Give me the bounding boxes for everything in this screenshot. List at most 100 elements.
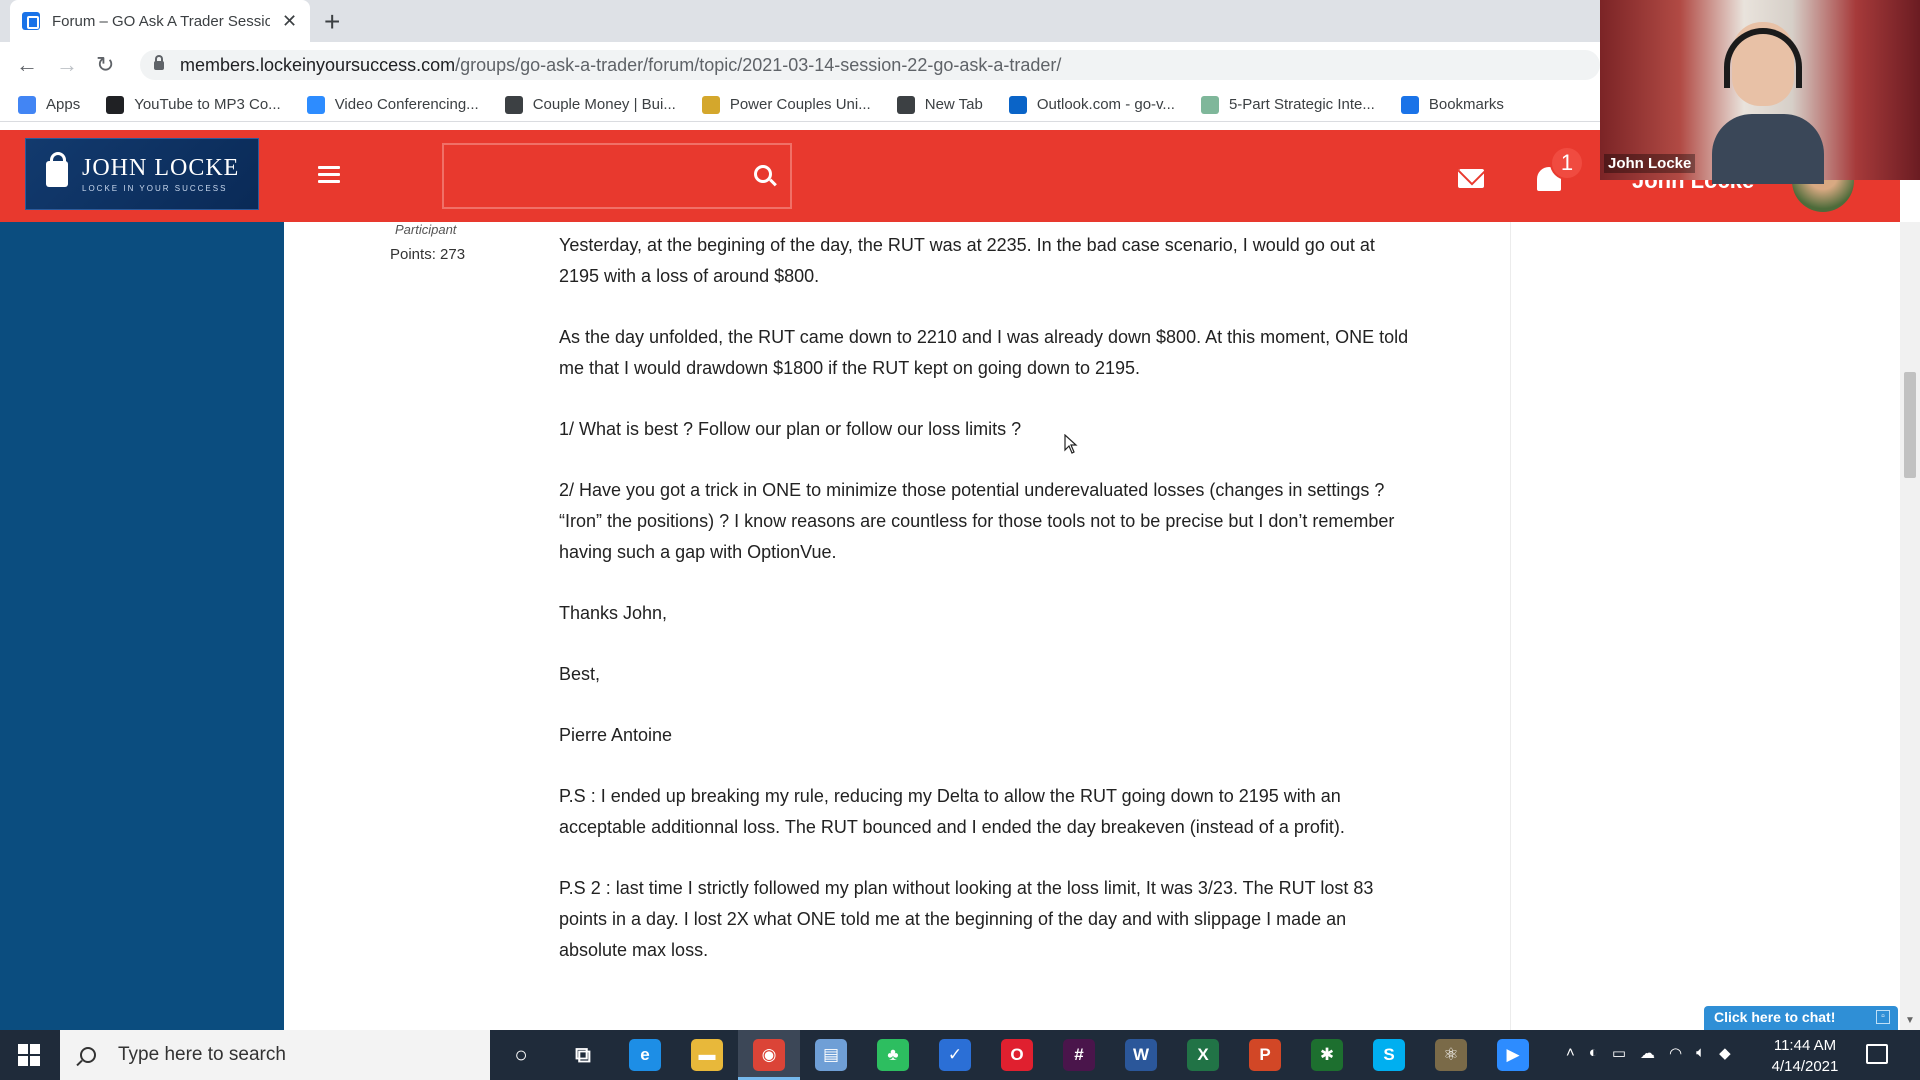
tray-chevron-icon[interactable]: ˄ <box>1566 1044 1575 1062</box>
bookmark-item[interactable]: Video Conferencing... <box>306 95 479 114</box>
chat-minimize-icon[interactable]: ▫ <box>1876 1010 1890 1024</box>
url-input[interactable]: members.lockeinyoursuccess.com/groups/go… <box>140 50 1600 80</box>
site-search-input[interactable] <box>442 143 792 209</box>
bookmark-label: Outlook.com - go-v... <box>1036 96 1175 113</box>
bookmark-label: Apps <box>46 96 81 113</box>
bookmark-item[interactable]: New Tab <box>896 95 983 114</box>
onedrive-icon[interactable]: ☁ <box>1640 1044 1655 1062</box>
bookmark-item[interactable]: Bookmarks <box>1400 95 1504 114</box>
webcam-overlay: John Locke <box>1600 0 1920 184</box>
battery-icon[interactable]: ▭ <box>1612 1044 1626 1062</box>
globe-icon <box>896 95 915 114</box>
word-icon[interactable]: W <box>1125 1039 1157 1071</box>
site-logo[interactable]: JOHN LOCKE LOCKE IN YOUR SUCCESS <box>25 138 259 210</box>
wifi-icon[interactable]: ◠ <box>1669 1044 1682 1062</box>
search-icon[interactable] <box>754 165 772 183</box>
action-center-icon[interactable] <box>1866 1044 1888 1064</box>
circle-logo-icon <box>1200 95 1219 114</box>
zoom-icon[interactable]: ▶ <box>1497 1039 1529 1071</box>
author-points: Points: 273 <box>390 246 466 263</box>
slack-icon[interactable]: # <box>1063 1039 1095 1071</box>
bookmark-label: Power Couples Uni... <box>729 96 871 113</box>
music-note-icon <box>106 95 125 114</box>
scroll-down-arrow-icon[interactable]: ▼ <box>1905 1015 1915 1026</box>
clock-time: 11:44 AM <box>1773 1037 1837 1054</box>
webcam-name-label: John Locke <box>1604 154 1696 173</box>
hamburger-menu-icon[interactable] <box>318 166 340 184</box>
star-icon <box>1400 95 1419 114</box>
site-favicon-icon <box>22 12 40 30</box>
bookmark-item[interactable]: Couple Money | Bui... <box>504 95 676 114</box>
forward-icon[interactable]: → <box>56 52 78 78</box>
volume-icon[interactable]: 🔈︎ <box>1696 1044 1705 1062</box>
wordpress-icon <box>504 95 523 114</box>
tab-title: Forum – GO Ask A Trader Session <box>52 12 270 30</box>
taskbar-search-box[interactable]: Type here to search <box>60 1030 490 1080</box>
bookmark-label: Couple Money | Bui... <box>532 96 676 113</box>
lock-logo-icon <box>46 152 68 187</box>
greenshot-icon[interactable]: ✱ <box>1311 1039 1343 1071</box>
task-view-icon[interactable]: ⧉ <box>567 1039 599 1071</box>
bookmark-label: Video Conferencing... <box>334 96 479 113</box>
lock-icon <box>154 54 164 70</box>
left-sidebar <box>0 222 284 1030</box>
bookmark-label: Bookmarks <box>1428 96 1504 113</box>
folder-icon <box>701 95 720 114</box>
skype-icon[interactable]: S <box>1373 1039 1405 1071</box>
logo-title: JOHN LOCKE <box>82 155 240 181</box>
cortana-icon[interactable]: ○ <box>505 1039 537 1071</box>
new-tab-button[interactable]: + <box>324 6 340 38</box>
webcam-person <box>1712 22 1824 184</box>
reload-icon[interactable]: ↻ <box>96 52 114 78</box>
page-scrollbar[interactable]: ▼ <box>1900 222 1920 1030</box>
post-paragraph: P.S 2 : last time I strictly followed my… <box>559 878 1374 960</box>
windows-start-icon[interactable] <box>18 1044 40 1066</box>
forum-post-body: Yesterday, at the begining of the day, t… <box>559 230 1419 996</box>
post-paragraph: Thanks John, <box>559 603 668 623</box>
close-tab-icon[interactable]: ✕ <box>282 11 297 32</box>
bookmark-label: New Tab <box>924 96 983 113</box>
taskbar-clock[interactable]: 11:44 AM 4/14/2021 <box>1760 1035 1850 1077</box>
chat-button-label: Click here to chat! <box>1714 1009 1836 1025</box>
notebook-icon[interactable]: ▤ <box>815 1039 847 1071</box>
bookmark-item[interactable]: Power Couples Uni... <box>701 95 871 114</box>
post-paragraph: Yesterday, at the begining of the day, t… <box>559 235 1375 286</box>
url-host: members.lockeinyoursuccess.com <box>180 54 456 75</box>
mail-icon[interactable] <box>1458 169 1484 188</box>
url-path: /groups/go-ask-a-trader/forum/topic/2021… <box>455 54 1062 75</box>
back-icon[interactable]: ← <box>16 52 38 78</box>
right-sidebar <box>1511 222 1900 1030</box>
bookmark-item[interactable]: Apps <box>18 95 81 114</box>
bookmark-item[interactable]: Outlook.com - go-v... <box>1008 95 1175 114</box>
atom-icon[interactable]: ⚛ <box>1435 1039 1467 1071</box>
logo-tagline: LOCKE IN YOUR SUCCESS <box>82 184 228 193</box>
bookmark-label: YouTube to MP3 Co... <box>134 96 281 113</box>
bookmark-item[interactable]: 5-Part Strategic Inte... <box>1200 95 1375 114</box>
bookmark-label: 5-Part Strategic Inte... <box>1228 96 1375 113</box>
chrome-icon[interactable]: ◉ <box>753 1039 785 1071</box>
notification-badge[interactable]: 1 <box>1550 146 1584 180</box>
browser-tab[interactable]: Forum – GO Ask A Trader Session ✕ <box>10 0 310 42</box>
opera-icon[interactable]: O <box>1001 1039 1033 1071</box>
bookmark-item[interactable]: YouTube to MP3 Co... <box>106 95 281 114</box>
file-explorer-icon[interactable]: ▬ <box>691 1039 723 1071</box>
tray-app-icon[interactable]: ◐ <box>1589 1044 1598 1062</box>
apps-grid-icon <box>18 95 36 114</box>
clock-date: 4/14/2021 <box>1771 1058 1839 1075</box>
windows-taskbar: Type here to search ˄ ◐ ▭ ☁ ◠ 🔈︎ ◆ 11:44… <box>0 1030 1920 1080</box>
todo-icon[interactable]: ✓ <box>939 1039 971 1071</box>
powerpoint-icon[interactable]: P <box>1249 1039 1281 1071</box>
post-paragraph: 2/ Have you got a trick in ONE to minimi… <box>559 480 1395 562</box>
taskbar-search-placeholder: Type here to search <box>118 1044 286 1065</box>
search-icon <box>80 1047 96 1063</box>
edge-icon[interactable]: e <box>629 1039 661 1071</box>
scrollbar-thumb[interactable] <box>1904 372 1916 478</box>
post-paragraph: 1/ What is best ? Follow our plan or fol… <box>559 419 1022 439</box>
post-paragraph: Best, <box>559 664 601 684</box>
evernote-icon[interactable]: ♣ <box>877 1039 909 1071</box>
excel-icon[interactable]: X <box>1187 1039 1219 1071</box>
zoom-icon <box>306 95 325 114</box>
post-paragraph: As the day unfolded, the RUT came down t… <box>559 327 1409 378</box>
chat-button[interactable]: Click here to chat! ▫ <box>1704 1006 1898 1030</box>
dropbox-icon[interactable]: ◆ <box>1719 1044 1731 1062</box>
